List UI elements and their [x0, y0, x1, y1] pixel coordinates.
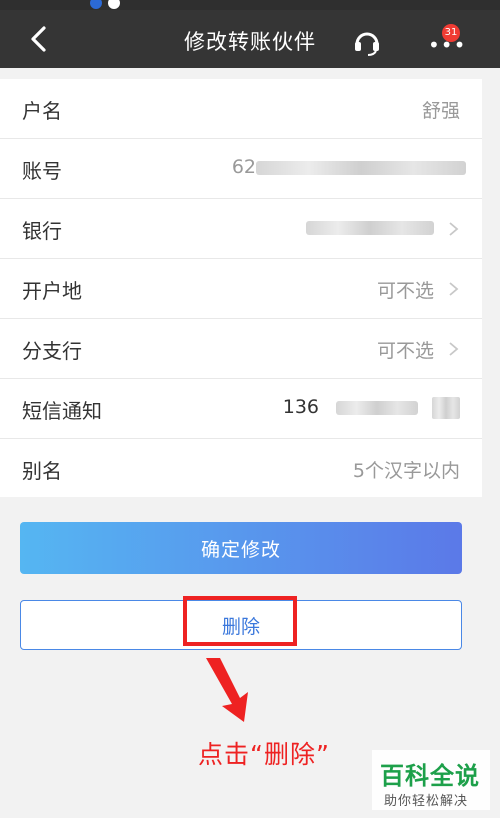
row-sub-branch[interactable]: 分支行 可不选 [0, 319, 482, 379]
row-sms-notification[interactable]: 短信通知 136 [0, 379, 482, 439]
sms-phone-value: 136 [282, 396, 319, 418]
branch-location-label: 开户地 [22, 279, 82, 303]
blurred-phone-number [336, 401, 418, 415]
watermark-title: 百科全说 [380, 762, 480, 790]
alias-label: 别名 [22, 459, 62, 483]
account-name-label: 户名 [22, 99, 62, 123]
alias-placeholder: 5个汉字以内 [352, 460, 460, 482]
account-name-value: 舒强 [421, 100, 460, 122]
sub-branch-value: 可不选 [376, 340, 434, 362]
chevron-right-icon [449, 342, 459, 356]
row-branch-location[interactable]: 开户地 可不选 [0, 259, 482, 319]
transfer-partner-form: 户名 舒强 账号 62 银行 开户地 可不选 分支行 可不选 短信通知 136 … [0, 79, 482, 497]
account-number-value: 62 [231, 156, 256, 178]
notification-badge: 31 [442, 24, 460, 42]
watermark-logo: 百科全说 助你轻松解决 [372, 750, 490, 810]
annotation-highlight-box [183, 596, 297, 646]
confirm-modify-button[interactable]: 确定修改 [20, 522, 462, 574]
blurred-bank-name [306, 221, 434, 235]
row-alias[interactable]: 别名 5个汉字以内 [0, 439, 482, 497]
customer-service-headset-icon[interactable] [352, 26, 382, 56]
row-account-name[interactable]: 户名 舒强 [0, 79, 482, 139]
annotation-arrow-icon [206, 658, 248, 722]
annotation-text: 点击“删除” [198, 740, 330, 769]
row-bank[interactable]: 银行 [0, 199, 482, 259]
chevron-right-icon [449, 282, 459, 296]
more-menu-button[interactable]: ••• 31 [424, 24, 465, 55]
row-account-number[interactable]: 账号 62 [0, 139, 482, 199]
sms-notification-label: 短信通知 [22, 399, 102, 423]
account-number-label: 账号 [22, 159, 62, 183]
status-icons [90, 0, 160, 9]
watermark-subtitle: 助你轻松解决 [384, 794, 469, 809]
sub-branch-label: 分支行 [22, 339, 82, 363]
nav-bar: 修改转账伙伴 ••• 31 [0, 10, 500, 68]
contact-book-icon[interactable] [432, 397, 460, 419]
branch-location-value: 可不选 [376, 280, 434, 302]
bank-label: 银行 [22, 219, 62, 243]
status-bar [0, 0, 500, 10]
chevron-right-icon [449, 222, 459, 236]
blurred-account-number [256, 161, 466, 175]
